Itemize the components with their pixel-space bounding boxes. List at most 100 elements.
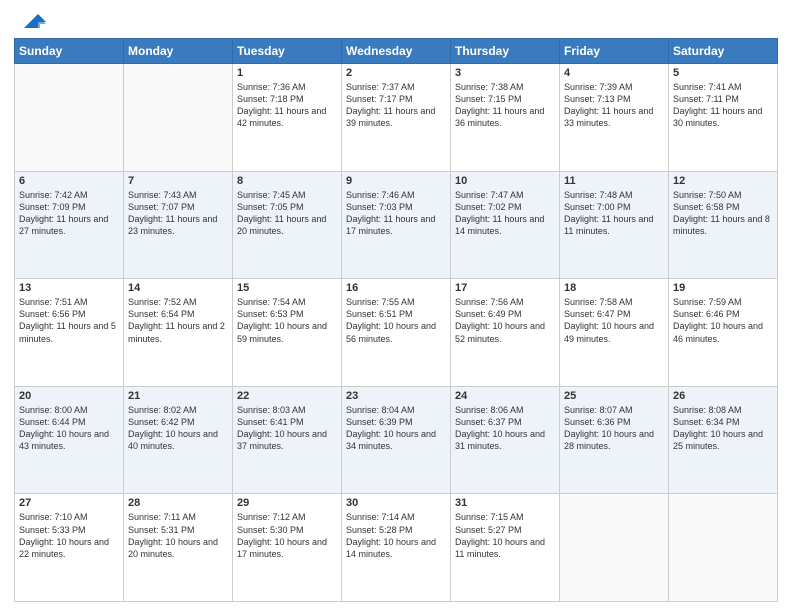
calendar-day-cell: 23 Sunrise: 8:04 AMSunset: 6:39 PMDaylig…	[342, 386, 451, 494]
calendar-day-cell: 6 Sunrise: 7:42 AMSunset: 7:09 PMDayligh…	[15, 171, 124, 279]
day-number: 19	[673, 282, 773, 294]
calendar-day-cell	[124, 64, 233, 172]
calendar-day-cell: 1 Sunrise: 7:36 AMSunset: 7:18 PMDayligh…	[233, 64, 342, 172]
day-number: 31	[455, 497, 555, 509]
calendar-day-cell: 18 Sunrise: 7:58 AMSunset: 6:47 PMDaylig…	[560, 279, 669, 387]
calendar-table: SundayMondayTuesdayWednesdayThursdayFrid…	[14, 38, 778, 602]
day-number: 27	[19, 497, 119, 509]
day-info: Sunrise: 7:38 AMSunset: 7:15 PMDaylight:…	[455, 81, 555, 130]
day-number: 15	[237, 282, 337, 294]
calendar-day-cell: 28 Sunrise: 7:11 AMSunset: 5:31 PMDaylig…	[124, 494, 233, 602]
calendar-day-cell: 25 Sunrise: 8:07 AMSunset: 6:36 PMDaylig…	[560, 386, 669, 494]
day-number: 21	[128, 390, 228, 402]
calendar-day-cell: 11 Sunrise: 7:48 AMSunset: 7:00 PMDaylig…	[560, 171, 669, 279]
calendar-day-header: Monday	[124, 39, 233, 64]
calendar-day-cell: 24 Sunrise: 8:06 AMSunset: 6:37 PMDaylig…	[451, 386, 560, 494]
day-info: Sunrise: 7:51 AMSunset: 6:56 PMDaylight:…	[19, 296, 119, 345]
day-info: Sunrise: 8:08 AMSunset: 6:34 PMDaylight:…	[673, 404, 773, 453]
day-number: 16	[346, 282, 446, 294]
day-info: Sunrise: 7:10 AMSunset: 5:33 PMDaylight:…	[19, 511, 119, 560]
day-number: 3	[455, 67, 555, 79]
calendar-day-cell: 15 Sunrise: 7:54 AMSunset: 6:53 PMDaylig…	[233, 279, 342, 387]
day-info: Sunrise: 8:06 AMSunset: 6:37 PMDaylight:…	[455, 404, 555, 453]
day-number: 30	[346, 497, 446, 509]
calendar-day-cell: 14 Sunrise: 7:52 AMSunset: 6:54 PMDaylig…	[124, 279, 233, 387]
calendar-day-cell: 16 Sunrise: 7:55 AMSunset: 6:51 PMDaylig…	[342, 279, 451, 387]
logo-icon	[16, 10, 46, 32]
calendar-day-cell: 22 Sunrise: 8:03 AMSunset: 6:41 PMDaylig…	[233, 386, 342, 494]
day-info: Sunrise: 7:58 AMSunset: 6:47 PMDaylight:…	[564, 296, 664, 345]
calendar-day-cell: 21 Sunrise: 8:02 AMSunset: 6:42 PMDaylig…	[124, 386, 233, 494]
day-info: Sunrise: 7:46 AMSunset: 7:03 PMDaylight:…	[346, 189, 446, 238]
day-number: 2	[346, 67, 446, 79]
calendar-day-cell: 29 Sunrise: 7:12 AMSunset: 5:30 PMDaylig…	[233, 494, 342, 602]
calendar-day-cell	[15, 64, 124, 172]
day-number: 25	[564, 390, 664, 402]
page: SundayMondayTuesdayWednesdayThursdayFrid…	[0, 0, 792, 612]
calendar-header-row: SundayMondayTuesdayWednesdayThursdayFrid…	[15, 39, 778, 64]
day-info: Sunrise: 8:03 AMSunset: 6:41 PMDaylight:…	[237, 404, 337, 453]
calendar-day-cell: 20 Sunrise: 8:00 AMSunset: 6:44 PMDaylig…	[15, 386, 124, 494]
day-info: Sunrise: 7:54 AMSunset: 6:53 PMDaylight:…	[237, 296, 337, 345]
day-number: 13	[19, 282, 119, 294]
calendar-day-cell: 9 Sunrise: 7:46 AMSunset: 7:03 PMDayligh…	[342, 171, 451, 279]
day-info: Sunrise: 7:48 AMSunset: 7:00 PMDaylight:…	[564, 189, 664, 238]
day-info: Sunrise: 8:07 AMSunset: 6:36 PMDaylight:…	[564, 404, 664, 453]
calendar-day-cell: 31 Sunrise: 7:15 AMSunset: 5:27 PMDaylig…	[451, 494, 560, 602]
day-number: 14	[128, 282, 228, 294]
calendar-day-cell: 4 Sunrise: 7:39 AMSunset: 7:13 PMDayligh…	[560, 64, 669, 172]
calendar-day-cell: 13 Sunrise: 7:51 AMSunset: 6:56 PMDaylig…	[15, 279, 124, 387]
day-number: 7	[128, 175, 228, 187]
calendar-day-cell: 19 Sunrise: 7:59 AMSunset: 6:46 PMDaylig…	[669, 279, 778, 387]
day-number: 23	[346, 390, 446, 402]
calendar-day-cell: 10 Sunrise: 7:47 AMSunset: 7:02 PMDaylig…	[451, 171, 560, 279]
day-number: 11	[564, 175, 664, 187]
day-info: Sunrise: 7:43 AMSunset: 7:07 PMDaylight:…	[128, 189, 228, 238]
calendar-day-cell	[560, 494, 669, 602]
calendar-day-cell: 3 Sunrise: 7:38 AMSunset: 7:15 PMDayligh…	[451, 64, 560, 172]
calendar-week-row: 1 Sunrise: 7:36 AMSunset: 7:18 PMDayligh…	[15, 64, 778, 172]
logo	[14, 14, 46, 32]
day-info: Sunrise: 7:56 AMSunset: 6:49 PMDaylight:…	[455, 296, 555, 345]
calendar-day-cell: 27 Sunrise: 7:10 AMSunset: 5:33 PMDaylig…	[15, 494, 124, 602]
day-info: Sunrise: 7:52 AMSunset: 6:54 PMDaylight:…	[128, 296, 228, 345]
day-number: 22	[237, 390, 337, 402]
calendar-week-row: 6 Sunrise: 7:42 AMSunset: 7:09 PMDayligh…	[15, 171, 778, 279]
calendar-day-header: Saturday	[669, 39, 778, 64]
day-info: Sunrise: 7:45 AMSunset: 7:05 PMDaylight:…	[237, 189, 337, 238]
day-number: 12	[673, 175, 773, 187]
day-info: Sunrise: 7:14 AMSunset: 5:28 PMDaylight:…	[346, 511, 446, 560]
day-number: 26	[673, 390, 773, 402]
day-info: Sunrise: 7:36 AMSunset: 7:18 PMDaylight:…	[237, 81, 337, 130]
day-number: 18	[564, 282, 664, 294]
calendar-day-header: Wednesday	[342, 39, 451, 64]
calendar-week-row: 13 Sunrise: 7:51 AMSunset: 6:56 PMDaylig…	[15, 279, 778, 387]
day-info: Sunrise: 7:41 AMSunset: 7:11 PMDaylight:…	[673, 81, 773, 130]
day-number: 24	[455, 390, 555, 402]
day-info: Sunrise: 7:42 AMSunset: 7:09 PMDaylight:…	[19, 189, 119, 238]
calendar-day-cell: 30 Sunrise: 7:14 AMSunset: 5:28 PMDaylig…	[342, 494, 451, 602]
day-info: Sunrise: 7:37 AMSunset: 7:17 PMDaylight:…	[346, 81, 446, 130]
calendar-day-header: Friday	[560, 39, 669, 64]
day-info: Sunrise: 7:55 AMSunset: 6:51 PMDaylight:…	[346, 296, 446, 345]
day-number: 9	[346, 175, 446, 187]
calendar-day-cell: 12 Sunrise: 7:50 AMSunset: 6:58 PMDaylig…	[669, 171, 778, 279]
day-number: 17	[455, 282, 555, 294]
day-info: Sunrise: 7:47 AMSunset: 7:02 PMDaylight:…	[455, 189, 555, 238]
day-info: Sunrise: 8:04 AMSunset: 6:39 PMDaylight:…	[346, 404, 446, 453]
day-number: 1	[237, 67, 337, 79]
day-info: Sunrise: 7:11 AMSunset: 5:31 PMDaylight:…	[128, 511, 228, 560]
calendar-day-cell: 17 Sunrise: 7:56 AMSunset: 6:49 PMDaylig…	[451, 279, 560, 387]
calendar-day-cell: 7 Sunrise: 7:43 AMSunset: 7:07 PMDayligh…	[124, 171, 233, 279]
day-number: 6	[19, 175, 119, 187]
day-info: Sunrise: 7:15 AMSunset: 5:27 PMDaylight:…	[455, 511, 555, 560]
day-info: Sunrise: 8:02 AMSunset: 6:42 PMDaylight:…	[128, 404, 228, 453]
day-number: 10	[455, 175, 555, 187]
calendar-day-cell: 5 Sunrise: 7:41 AMSunset: 7:11 PMDayligh…	[669, 64, 778, 172]
calendar-week-row: 20 Sunrise: 8:00 AMSunset: 6:44 PMDaylig…	[15, 386, 778, 494]
day-info: Sunrise: 8:00 AMSunset: 6:44 PMDaylight:…	[19, 404, 119, 453]
day-number: 4	[564, 67, 664, 79]
calendar-day-cell: 26 Sunrise: 8:08 AMSunset: 6:34 PMDaylig…	[669, 386, 778, 494]
day-info: Sunrise: 7:50 AMSunset: 6:58 PMDaylight:…	[673, 189, 773, 238]
day-number: 20	[19, 390, 119, 402]
